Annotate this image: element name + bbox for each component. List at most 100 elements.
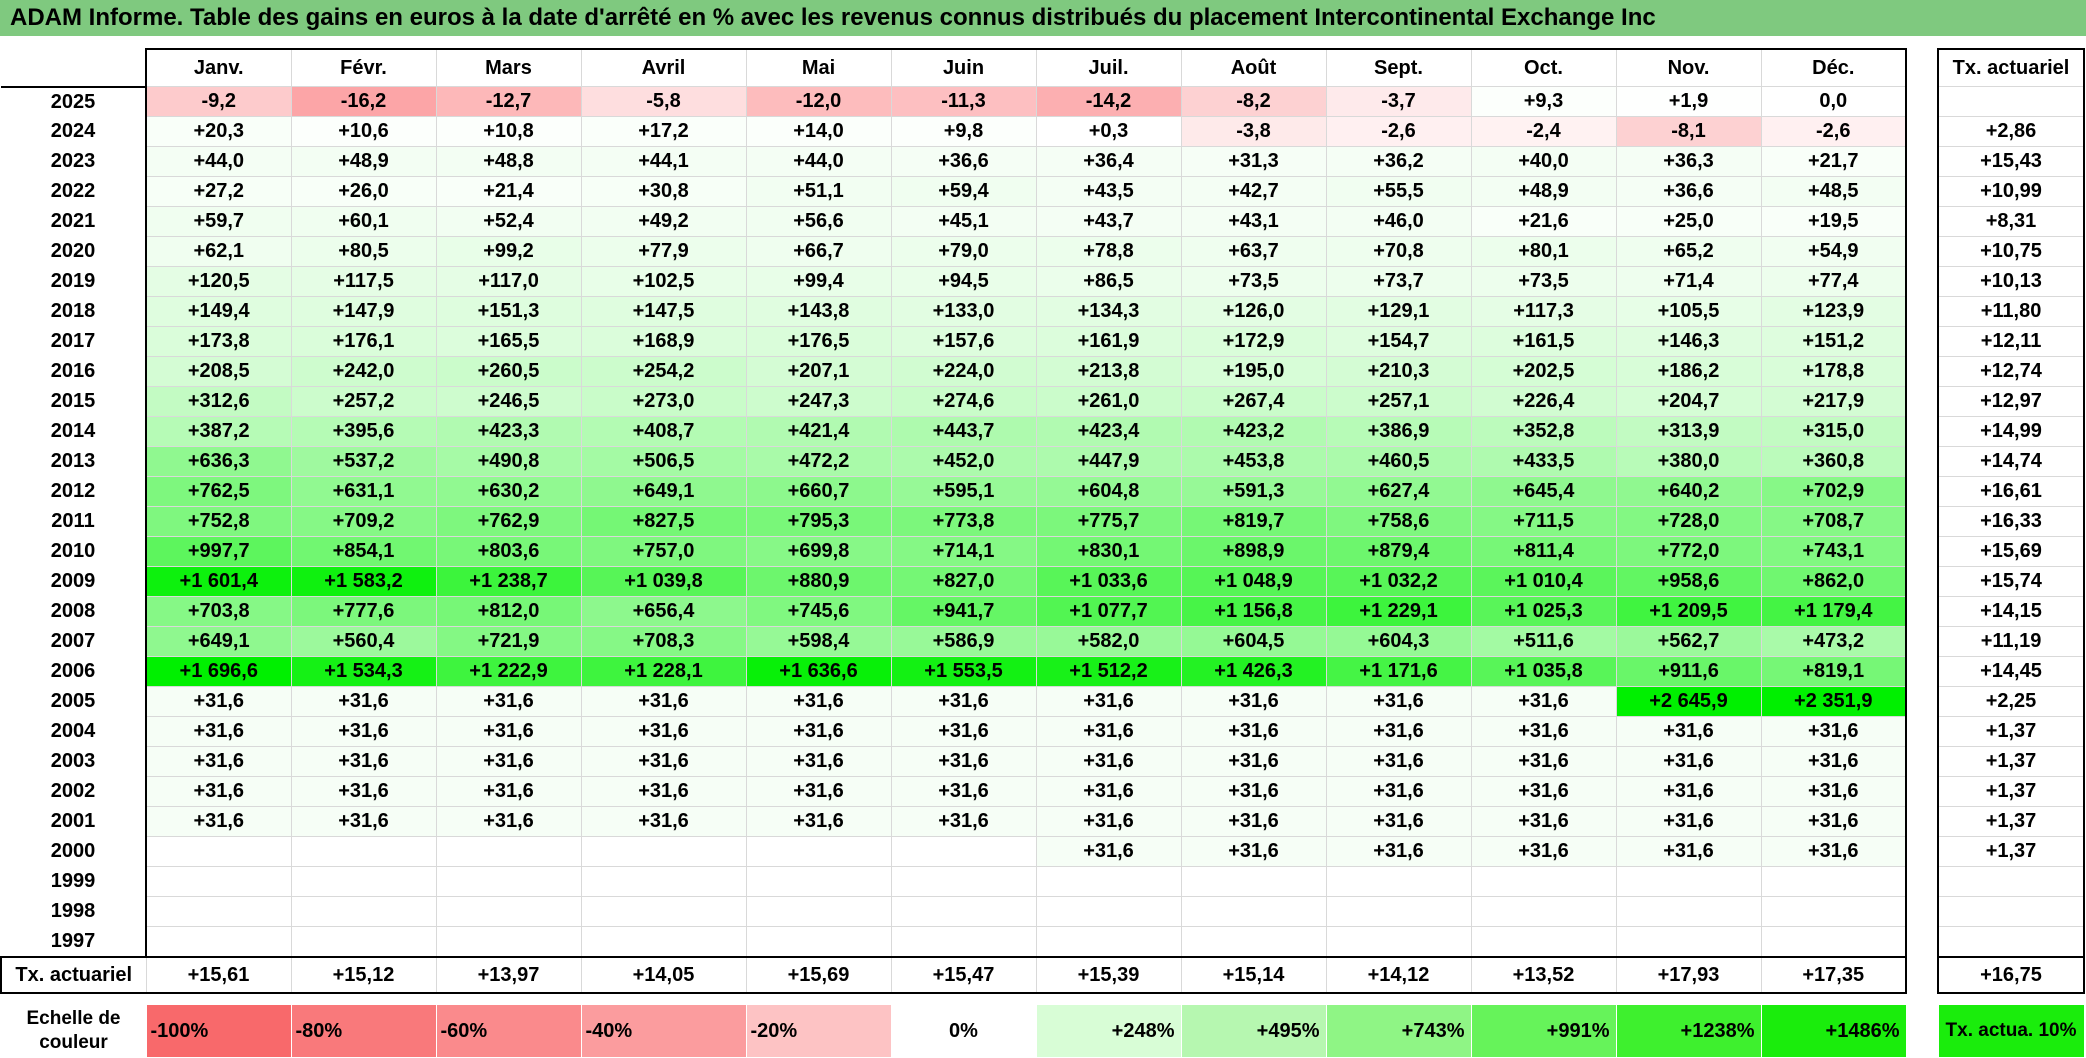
spacer-cell [1906,993,1938,1005]
value-cell: +21,7 [1760,146,1907,177]
value-cell: -2,4 [1470,116,1617,147]
gap-cell [1906,957,1938,993]
value-cell: +80,5 [290,236,437,267]
table-row: 2022 +27,2 +26,0 +21,4 +30,8 +51,1 +59,4 +43,5 +… [1,176,2085,207]
value-cell: +224,0 [890,356,1037,387]
value-cell: +31,6 [1470,806,1617,837]
rate-cell: +15,69 [1937,536,2085,567]
spacer-cell [1326,993,1471,1005]
value-cell: +30,8 [580,176,747,207]
value-cell: +631,1 [290,476,437,507]
value-cell: +773,8 [890,506,1037,537]
gap-cell [1906,446,1938,477]
value-cell: +207,1 [745,356,892,387]
value-cell: +1 032,2 [1325,566,1472,597]
value-cell: +217,9 [1760,386,1907,417]
value-cell: +1 583,2 [290,566,437,597]
month-header: Sept. [1325,48,1472,87]
value-cell: +31,6 [1615,836,1762,867]
value-cell: +44,0 [145,146,292,177]
gap-cell [1906,416,1938,447]
value-cell [1180,926,1327,958]
gap-cell [1906,776,1938,807]
value-cell [1615,866,1762,897]
value-cell [435,926,582,958]
value-cell [580,866,747,897]
value-cell: +757,0 [580,536,747,567]
table-row: 2013 +636,3 +537,2 +490,8 +506,5 +472,2 +452,0… [1,446,2085,477]
value-cell [890,836,1037,867]
footer-label: Tx. actuariel [0,956,147,994]
value-cell: +880,9 [745,566,892,597]
value-cell [290,926,437,958]
scale-swatch: +1238% [1615,1004,1762,1058]
value-cell: +898,9 [1180,536,1327,567]
value-cell [290,836,437,867]
gap-cell [1906,326,1938,357]
value-cell: -9,2 [145,86,292,117]
value-cell: +1 077,7 [1035,596,1182,627]
value-cell [1615,926,1762,958]
value-cell: +157,6 [890,326,1037,357]
value-cell: +19,5 [1760,206,1907,237]
table-row: 2002 +31,6 +31,6 +31,6 +31,6 +31,6 +31,6 +31,6 +… [1,776,2085,807]
value-cell: +421,4 [745,416,892,447]
table-row: 1997 [1,926,2085,958]
value-cell: +44,1 [580,146,747,177]
value-cell [145,836,292,867]
gap-cell [1906,296,1938,327]
table-row: 2010 +997,7 +854,1 +803,6 +757,0 +699,8 +714,1… [1,536,2085,567]
rate-cell: +1,37 [1937,836,2085,867]
year-label: 2006 [1,656,147,687]
value-cell: +146,3 [1615,326,1762,357]
value-cell: +1 553,5 [890,656,1037,687]
value-cell: +31,6 [1180,776,1327,807]
year-label: 2017 [1,326,147,357]
value-cell [1760,866,1907,897]
footer-rate-cell: +14,12 [1325,956,1472,994]
value-cell: +627,4 [1325,476,1472,507]
value-cell: +94,5 [890,266,1037,297]
rate-cell: +1,37 [1937,776,2085,807]
gap-cell [1906,566,1938,597]
value-cell [1325,866,1472,897]
value-cell: +31,6 [435,686,582,717]
color-scale-row: Echelle de couleur -100% -80% -60% -40% -20% 0… [0,1004,2085,1058]
value-cell: +31,6 [745,806,892,837]
gap-cell [1906,476,1938,507]
value-cell [435,866,582,897]
value-cell: +31,6 [1035,806,1182,837]
value-cell: +43,7 [1035,206,1182,237]
value-cell: +102,5 [580,266,747,297]
scale-swatch: -60% [435,1004,582,1058]
value-cell: +595,1 [890,476,1037,507]
value-cell: +711,5 [1470,506,1617,537]
value-cell: +31,6 [290,686,437,717]
gap-cell [1906,836,1938,867]
year-label: 2003 [1,746,147,777]
value-cell: +9,8 [890,116,1037,147]
footer-rate-cell: +17,93 [1615,956,1762,994]
value-cell [1470,866,1617,897]
value-cell [145,896,292,927]
gap-cell [1906,926,1938,957]
value-cell: +31,6 [890,806,1037,837]
value-cell [435,836,582,867]
value-cell: +73,5 [1470,266,1617,297]
value-cell: +31,6 [1035,716,1182,747]
rate-cell: +14,74 [1937,446,2085,477]
value-cell: +42,7 [1180,176,1327,207]
table-row: 1999 [1,866,2085,897]
spacer-cell [1181,993,1326,1005]
rate-cell: +2,25 [1937,686,2085,717]
value-cell: +36,6 [1615,176,1762,207]
value-cell: +636,3 [145,446,292,477]
value-cell: +708,3 [580,626,747,657]
value-cell: +99,2 [435,236,582,267]
value-cell: +562,7 [1615,626,1762,657]
value-cell: +31,6 [290,746,437,777]
value-cell: +560,4 [290,626,437,657]
table-row: 2006 +1 696,6 +1 534,3 +1 222,9 +1 228,1 +1 6… [1,656,2085,687]
value-cell [1325,896,1472,927]
value-cell: +54,9 [1760,236,1907,267]
